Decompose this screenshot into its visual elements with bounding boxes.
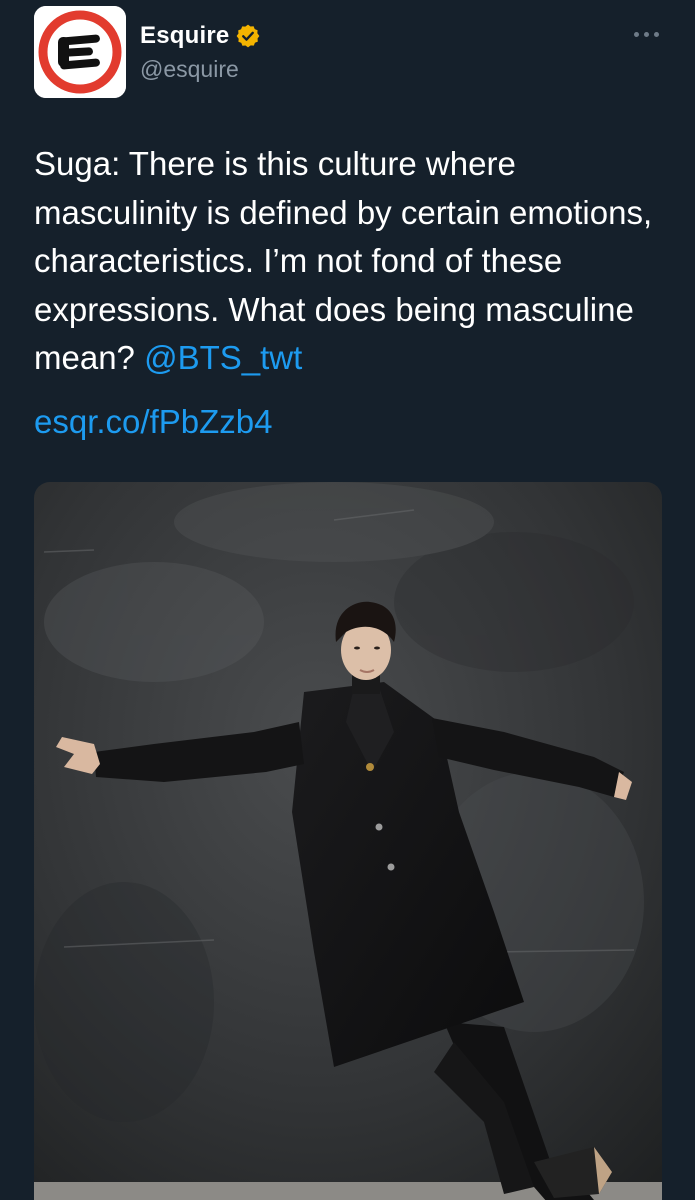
more-options-icon[interactable]: [628, 24, 664, 44]
tweet-photo[interactable]: [34, 482, 662, 1200]
dot: [653, 31, 659, 37]
avatar[interactable]: [34, 6, 126, 98]
author-handle[interactable]: @esquire: [140, 56, 239, 83]
photo-of-man-in-black-coat: [34, 482, 662, 1200]
tweet-url-link[interactable]: esqr.co/fPbZzb4: [34, 398, 272, 446]
tweet-text: Suga: There is this culture where mascul…: [34, 140, 674, 383]
mention-link[interactable]: @BTS_twt: [144, 339, 302, 376]
author-display-name[interactable]: Esquire: [140, 22, 229, 50]
tweet: Esquire @esquire Suga: There is this cul…: [0, 0, 695, 1200]
dot: [643, 31, 649, 37]
tweet-body: Suga: There is this culture where mascul…: [34, 145, 653, 376]
verified-badge-icon: [237, 24, 260, 48]
author-name-row[interactable]: Esquire: [140, 22, 261, 50]
dot: [633, 31, 639, 37]
esquire-logo-icon: [34, 6, 126, 98]
